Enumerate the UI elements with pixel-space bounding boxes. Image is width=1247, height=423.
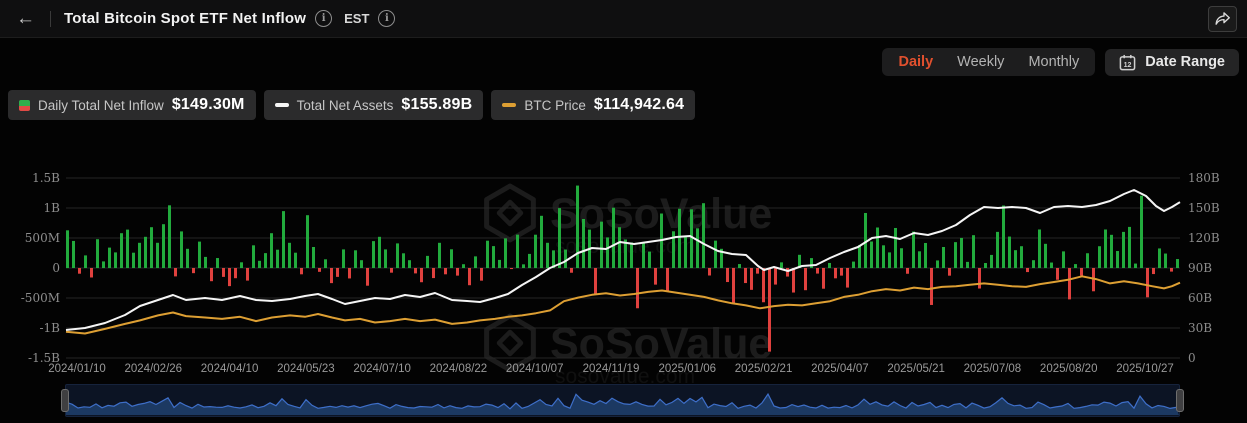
- navigator-right-handle[interactable]: [1176, 389, 1184, 412]
- x-axis-label: 2024/05/23: [277, 363, 335, 375]
- svg-text:150B: 150B: [1188, 201, 1220, 215]
- svg-text:30B: 30B: [1188, 321, 1212, 335]
- svg-text:60B: 60B: [1188, 291, 1212, 305]
- x-axis-label: 2025/02/21: [735, 363, 793, 375]
- x-axis-label: 2025/05/21: [887, 363, 945, 375]
- x-axis-label: 2025/08/20: [1040, 363, 1098, 375]
- tab-weekly[interactable]: Weekly: [957, 54, 1004, 70]
- btc-price-line-icon: [502, 103, 516, 107]
- x-axis-label: 2025/07/08: [964, 363, 1022, 375]
- x-axis-label: 2024/10/07: [506, 363, 564, 375]
- svg-text:-500M: -500M: [21, 291, 60, 305]
- net-assets-line-icon: [275, 103, 289, 107]
- chart-controls: Daily Weekly Monthly 12 Date Range: [882, 48, 1239, 76]
- x-axis-label: 2024/11/19: [583, 363, 640, 375]
- share-button[interactable]: [1208, 6, 1237, 32]
- sosovalue-watermark: SoSoValuesosovalue.com: [487, 186, 773, 258]
- legend-label: Daily Total Net Inflow: [38, 98, 164, 113]
- x-axis-label: 2025/04/07: [811, 363, 869, 375]
- tab-monthly[interactable]: Monthly: [1028, 54, 1079, 70]
- calendar-icon: 12: [1119, 54, 1136, 71]
- period-tabs: Daily Weekly Monthly: [882, 48, 1095, 76]
- x-axis-label: 2024/04/10: [201, 363, 259, 375]
- x-axis-labels: 2024/01/10 2024/02/26 2024/04/10 2024/05/23…: [48, 363, 1174, 375]
- combo-chart[interactable]: SoSoValuesosovalue.comSoSoValuesosovalue…: [0, 125, 1247, 385]
- svg-text:1.5B: 1.5B: [32, 171, 60, 185]
- legend-item-net-assets[interactable]: Total Net Assets $155.89B: [264, 90, 484, 120]
- chart-legend: Daily Total Net Inflow $149.30M Total Ne…: [8, 90, 695, 120]
- bitcoin-etf-inflow-page: ← Total Bitcoin Spot ETF Net Inflow i ES…: [0, 0, 1247, 423]
- left-axis-labels: 1.5B1B500M0-500M-1B-1.5B: [21, 171, 60, 365]
- x-axis-label: 2025/01/06: [659, 363, 717, 375]
- legend-value: $114,942.64: [594, 96, 684, 114]
- title-divider: [50, 11, 51, 27]
- x-axis-label: 2024/02/26: [125, 363, 183, 375]
- page-title: Total Bitcoin Spot ETF Net Inflow: [64, 10, 306, 27]
- svg-text:-1B: -1B: [39, 321, 60, 335]
- x-axis-label: 2024/08/22: [430, 363, 488, 375]
- svg-text:0: 0: [1188, 351, 1196, 365]
- share-icon: [1215, 12, 1230, 25]
- svg-text:500M: 500M: [25, 231, 60, 245]
- date-range-button[interactable]: 12 Date Range: [1105, 49, 1239, 76]
- right-axis-labels: 180B 150B 120B 90B 60B 30B 0: [1188, 171, 1220, 365]
- legend-label: Total Net Assets: [297, 98, 394, 113]
- date-range-label: Date Range: [1145, 54, 1225, 70]
- title-info-icon[interactable]: i: [315, 10, 332, 27]
- svg-text:12: 12: [1124, 60, 1132, 68]
- svg-text:180B: 180B: [1188, 171, 1220, 185]
- legend-value: $155.89B: [401, 96, 472, 114]
- legend-value: $149.30M: [172, 96, 245, 114]
- timezone-info-icon[interactable]: i: [378, 10, 395, 27]
- x-axis-label: 2025/10/27: [1116, 363, 1174, 375]
- svg-text:1B: 1B: [44, 201, 61, 215]
- legend-item-btc-price[interactable]: BTC Price $114,942.64: [491, 90, 695, 120]
- back-arrow-icon[interactable]: ←: [10, 8, 41, 30]
- tab-daily[interactable]: Daily: [898, 54, 933, 70]
- main-chart-area[interactable]: SoSoValuesosovalue.comSoSoValuesosovalue…: [0, 125, 1247, 385]
- svg-text:0: 0: [52, 261, 60, 275]
- svg-text:120B: 120B: [1188, 231, 1220, 245]
- navigator-left-handle[interactable]: [61, 389, 69, 412]
- x-axis-label: 2024/07/10: [353, 363, 411, 375]
- legend-label: BTC Price: [524, 98, 586, 113]
- range-navigator[interactable]: [65, 384, 1180, 417]
- inflow-bar-icon: [19, 100, 30, 111]
- timezone-label: EST: [344, 11, 369, 26]
- x-axis-label: 2024/01/10: [48, 363, 106, 375]
- svg-text:90B: 90B: [1188, 261, 1212, 275]
- top-bar: ← Total Bitcoin Spot ETF Net Inflow i ES…: [0, 0, 1247, 38]
- svg-text:SoSoValue: SoSoValue: [550, 320, 772, 368]
- legend-item-net-inflow[interactable]: Daily Total Net Inflow $149.30M: [8, 90, 256, 120]
